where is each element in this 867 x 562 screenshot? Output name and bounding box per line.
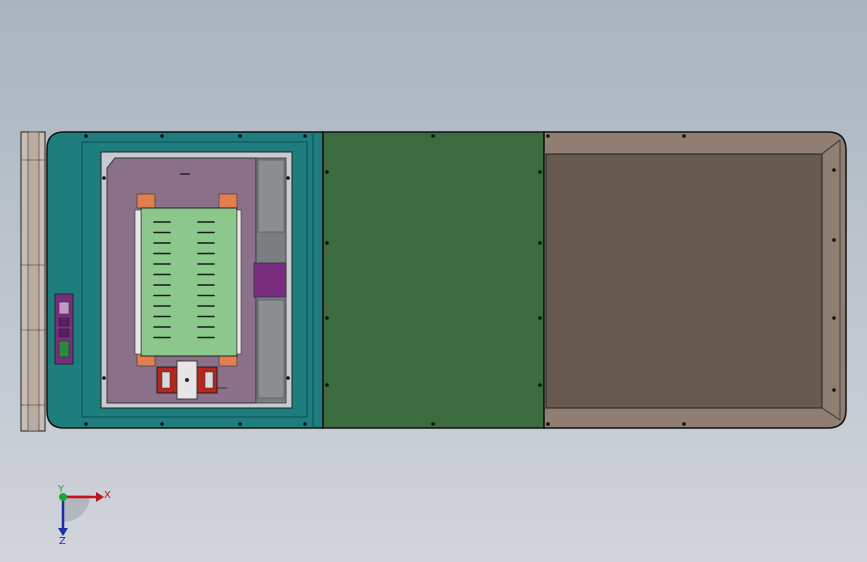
circuit-board[interactable] <box>134 207 242 357</box>
screw <box>832 388 836 392</box>
screw <box>286 376 290 380</box>
green-cover-panel[interactable] <box>322 131 545 429</box>
screw <box>832 168 836 172</box>
reference-triad[interactable]: X Z Y <box>57 484 111 547</box>
z-axis-label: Z <box>59 536 66 547</box>
screw <box>538 170 542 174</box>
screw <box>102 176 106 180</box>
screw <box>538 241 542 245</box>
cad-graphics-viewport[interactable]: X Z Y <box>0 0 867 562</box>
screw <box>832 316 836 320</box>
screw <box>84 422 88 426</box>
screw <box>238 422 242 426</box>
screw <box>325 241 329 245</box>
screw <box>325 170 329 174</box>
left-end-cap[interactable] <box>20 131 46 432</box>
screw <box>286 176 290 180</box>
screw <box>546 134 550 138</box>
screw <box>682 134 686 138</box>
screw <box>102 376 106 380</box>
screw <box>84 134 88 138</box>
x-axis-arrow-icon <box>96 492 104 502</box>
brown-tray-section[interactable] <box>543 131 847 429</box>
purple-connector-block <box>253 262 287 298</box>
z-axis-arrow-icon <box>58 528 68 536</box>
screw <box>682 422 686 426</box>
screw <box>160 422 164 426</box>
screw <box>538 316 542 320</box>
screw <box>546 422 550 426</box>
screw <box>325 383 329 387</box>
io-connector-panel[interactable] <box>54 293 74 365</box>
red-power-block[interactable] <box>156 360 227 400</box>
screw <box>325 316 329 320</box>
screw <box>303 134 307 138</box>
y-axis-label: Y <box>57 484 65 495</box>
screw <box>238 134 242 138</box>
screw <box>160 134 164 138</box>
screw <box>431 422 435 426</box>
screw <box>832 238 836 242</box>
screw <box>303 422 307 426</box>
x-axis-label: X <box>104 490 111 501</box>
screw <box>538 383 542 387</box>
screw <box>431 134 435 138</box>
